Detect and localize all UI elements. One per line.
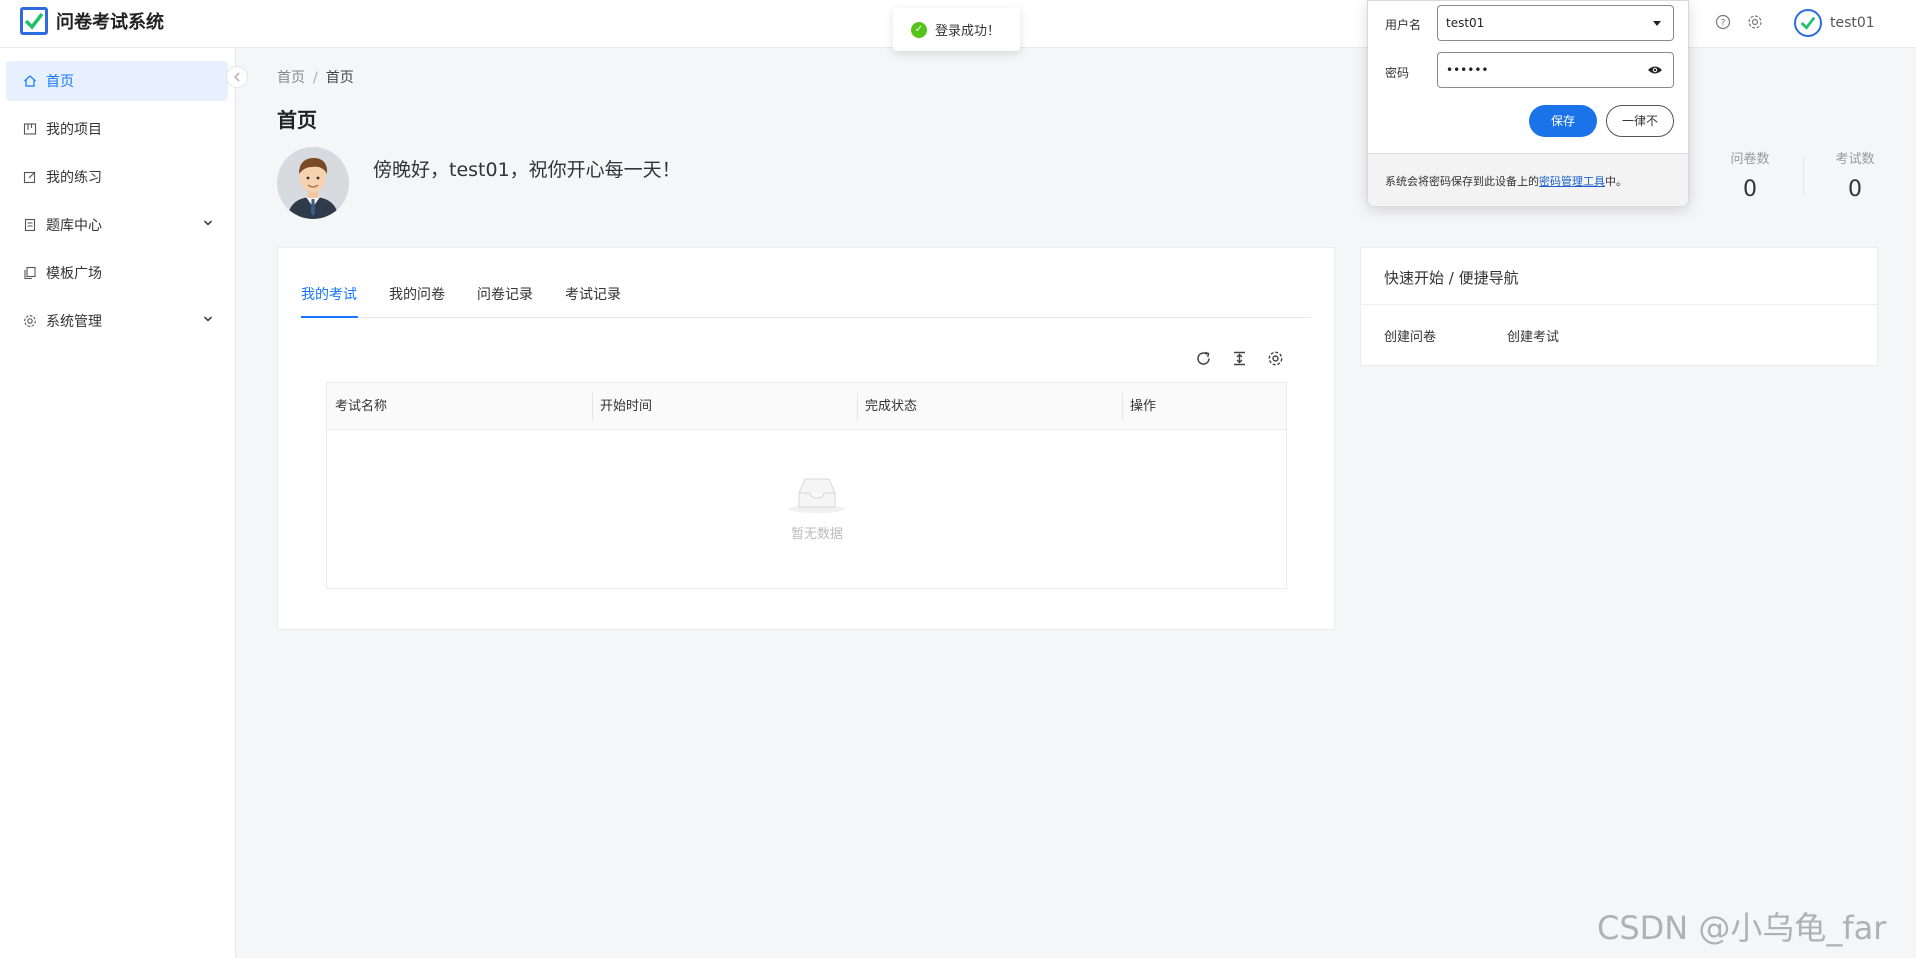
list-icon xyxy=(22,217,38,233)
sidebar-item-label: 我的项目 xyxy=(46,122,102,138)
column-height-icon[interactable] xyxy=(1229,348,1249,368)
username-select[interactable]: test01 xyxy=(1437,5,1674,41)
password-popup-footer: 系统会将密码保存到此设备上的密码管理工具中。 xyxy=(1368,153,1688,206)
quick-start-divider xyxy=(1360,304,1877,305)
tab-questionnaire-records[interactable]: 问卷记录 xyxy=(477,284,533,318)
sidebar-item-label: 系统管理 xyxy=(46,314,102,330)
stat-label: 问卷数 xyxy=(1730,152,1770,167)
edit-icon xyxy=(22,169,38,185)
sidebar-collapse-chevron-left-icon[interactable] xyxy=(226,66,248,88)
create-exam-link[interactable]: 创建考试 xyxy=(1507,326,1559,345)
stat-value: 0 xyxy=(1848,177,1862,202)
svg-text:?: ? xyxy=(1721,19,1726,29)
success-toast: ✓ 登录成功！ xyxy=(893,8,1020,51)
stat-questionnaire-count: 问卷数 0 xyxy=(1710,148,1790,202)
sidebar-item-my-practice[interactable]: 我的练习 xyxy=(6,157,228,197)
sidebar-item-label: 题库中心 xyxy=(46,218,102,234)
project-board-icon xyxy=(22,121,38,137)
column-header-actions: 操作 xyxy=(1130,399,1157,414)
chevron-down-icon xyxy=(202,217,214,233)
empty-inbox-icon xyxy=(767,473,867,519)
quick-start-card xyxy=(1360,247,1878,366)
toast-text: 登录成功！ xyxy=(935,24,1001,39)
help-icon[interactable]: ? xyxy=(1714,13,1732,31)
create-questionnaire-link[interactable]: 创建问卷 xyxy=(1384,326,1436,345)
never-save-button[interactable]: 一律不 xyxy=(1606,105,1674,137)
sidebar-item-template-square[interactable]: 模板广场 xyxy=(6,253,228,293)
profile-avatar xyxy=(277,147,349,219)
header-username: test01 xyxy=(1830,15,1875,31)
column-header-completion-status: 完成状态 xyxy=(865,399,918,414)
sidebar-item-my-projects[interactable]: 我的项目 xyxy=(6,109,228,149)
checkmark-logo-icon xyxy=(20,7,48,35)
breadcrumb-separator: / xyxy=(313,70,318,86)
app-title: 问卷考试系统 xyxy=(56,12,164,33)
stat-value: 0 xyxy=(1743,177,1757,202)
footer-suffix: 中。 xyxy=(1605,175,1627,188)
column-header-start-time: 开始时间 xyxy=(600,399,653,414)
sidebar-item-question-bank[interactable]: 题库中心 xyxy=(6,205,228,245)
column-header-exam-name: 考试名称 xyxy=(335,399,388,414)
tab-my-exams[interactable]: 我的考试 xyxy=(301,284,358,318)
tab-my-questionnaires[interactable]: 我的问卷 xyxy=(389,284,445,318)
watermark: CSDN @小乌龟_far xyxy=(1597,909,1887,947)
sidebar-item-label: 我的练习 xyxy=(46,170,102,186)
settings-gear-icon[interactable] xyxy=(1746,13,1764,31)
user-menu[interactable]: test01 xyxy=(1794,9,1875,37)
table-settings-gear-icon[interactable] xyxy=(1265,348,1285,368)
stat-divider xyxy=(1803,156,1804,196)
empty-state-text: 暂无数据 xyxy=(790,527,843,542)
breadcrumb: 首页 / 首页 xyxy=(277,67,354,87)
sidebar-item-label: 首页 xyxy=(46,74,74,90)
breadcrumb-home-link[interactable]: 首页 xyxy=(277,70,305,86)
username-label: 用户名 xyxy=(1385,18,1422,32)
app-logo[interactable]: 问卷考试系统 xyxy=(20,7,164,35)
empty-state: 暂无数据 xyxy=(767,473,867,542)
footer-prefix: 系统会将密码保存到此设备上的 xyxy=(1385,175,1539,188)
stat-label: 考试数 xyxy=(1835,152,1875,167)
gear-icon xyxy=(22,313,38,329)
page-title: 首页 xyxy=(277,108,317,132)
password-label: 密码 xyxy=(1385,66,1410,80)
sidebar-item-label: 模板广场 xyxy=(46,266,102,282)
password-value: •••••• xyxy=(1446,63,1489,77)
table-header: 考试名称 开始时间 完成状态 操作 xyxy=(327,383,1286,430)
eye-icon[interactable] xyxy=(1647,63,1663,77)
password-manager-link[interactable]: 密码管理工具 xyxy=(1539,175,1605,188)
sidebar-item-home[interactable]: 首页 xyxy=(6,61,228,101)
user-avatar-icon xyxy=(1794,9,1822,37)
check-circle-icon: ✓ xyxy=(911,21,927,38)
record-tabs: 我的考试 我的问卷 问卷记录 考试记录 xyxy=(301,284,1311,318)
greeting-text: 傍晚好，test01，祝你开心每一天！ xyxy=(373,159,681,181)
copy-icon xyxy=(22,265,38,281)
save-password-popup: 用户名 test01 密码 •••••• 保存 一律不 系统会将密码保存到此设备… xyxy=(1367,0,1689,206)
exam-table: 考试名称 开始时间 完成状态 操作 暂无数据 xyxy=(326,382,1287,589)
breadcrumb-current: 首页 xyxy=(325,70,354,86)
sidebar-item-system-management[interactable]: 系统管理 xyxy=(6,301,228,341)
password-field[interactable]: •••••• xyxy=(1437,52,1674,88)
tab-exam-records[interactable]: 考试记录 xyxy=(565,284,621,318)
home-icon xyxy=(22,73,38,89)
refresh-icon[interactable] xyxy=(1193,348,1213,368)
username-value: test01 xyxy=(1446,16,1485,30)
save-password-button[interactable]: 保存 xyxy=(1529,105,1597,137)
chevron-down-icon xyxy=(202,313,214,329)
sidebar: 首页 我的项目 我的练习 题库中心 模板广场 系统管理 xyxy=(0,48,236,958)
dropdown-arrow-icon xyxy=(1653,21,1661,26)
quick-start-title: 快速开始 / 便捷导航 xyxy=(1384,269,1519,287)
stat-exam-count: 考试数 0 xyxy=(1815,148,1895,202)
